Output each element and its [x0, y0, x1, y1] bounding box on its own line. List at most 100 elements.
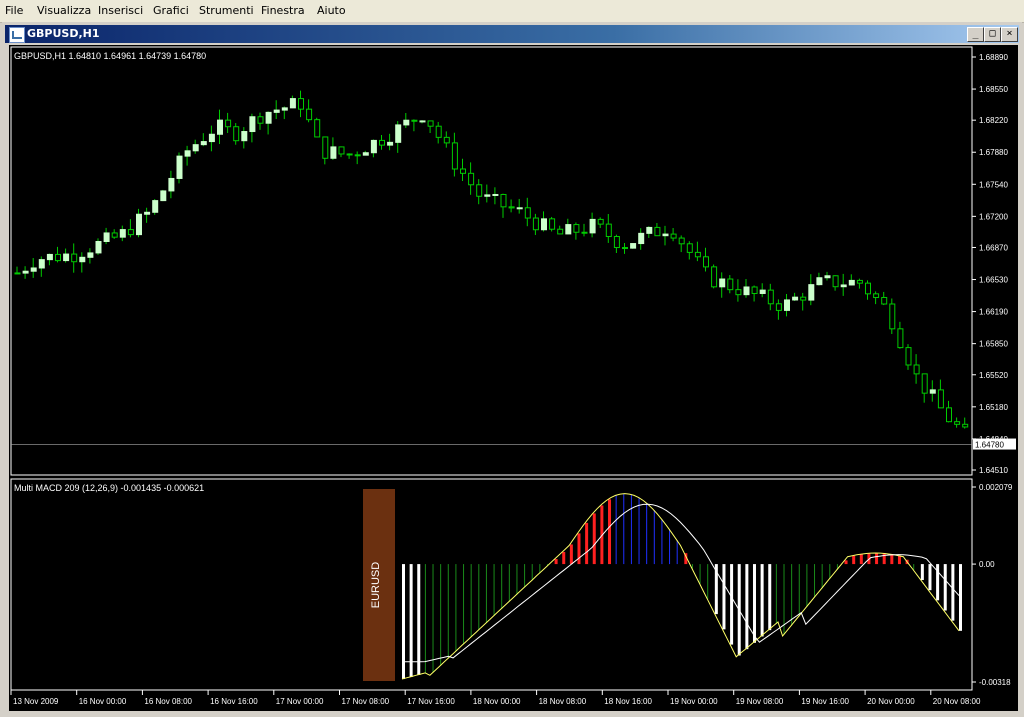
- time-label: 16 Nov 00:00: [79, 697, 127, 706]
- candle-body: [95, 241, 102, 254]
- candle-body: [508, 206, 515, 209]
- price-label: 1.68550: [979, 85, 1008, 94]
- candle-body: [565, 224, 572, 235]
- menu-aiuto[interactable]: Aiuto: [317, 4, 346, 17]
- menu-file[interactable]: File: [5, 4, 23, 17]
- candle-body: [395, 124, 402, 143]
- macd-histogram-bar: [417, 564, 421, 675]
- candle-body: [217, 119, 223, 135]
- macd-histogram-bar: [623, 493, 625, 565]
- candle-body: [168, 177, 175, 192]
- price-label: 1.65180: [979, 403, 1008, 412]
- macd-histogram-bar: [463, 564, 465, 645]
- candle-body: [427, 120, 434, 127]
- candle-body: [403, 119, 410, 126]
- macd-histogram-bar: [493, 564, 495, 616]
- time-label: 19 Nov 00:00: [670, 697, 718, 706]
- candle-body: [694, 251, 701, 258]
- candle-body: [792, 296, 799, 301]
- time-label: 16 Nov 16:00: [210, 697, 258, 706]
- menu-strumenti[interactable]: Strumenti: [199, 4, 254, 17]
- candle-body: [873, 293, 880, 298]
- time-label: 17 Nov 16:00: [407, 697, 455, 706]
- candle-body: [192, 144, 199, 152]
- macd-histogram-bar: [829, 564, 831, 580]
- candle-body: [176, 155, 183, 179]
- macd-histogram-bar: [455, 564, 457, 652]
- time-label: 18 Nov 16:00: [604, 697, 652, 706]
- chart-frame: [10, 46, 973, 691]
- candle-body: [889, 303, 896, 330]
- candle-body: [524, 207, 531, 219]
- candle-body: [208, 133, 215, 143]
- macd-histogram-bar: [409, 564, 413, 678]
- candle-body: [686, 243, 693, 253]
- candle-body: [306, 108, 313, 121]
- menu-finestra[interactable]: Finestra: [261, 4, 305, 17]
- price-label: 1.67540: [979, 180, 1008, 189]
- macd-histogram-bar: [814, 564, 816, 598]
- menu-grafici[interactable]: Grafici: [153, 4, 189, 17]
- time-label: 18 Nov 08:00: [539, 697, 587, 706]
- candle-body: [484, 194, 491, 197]
- time-label: 17 Nov 00:00: [276, 697, 324, 706]
- macd-histogram-bar: [531, 564, 533, 581]
- candle-body: [273, 109, 280, 113]
- minimize-button[interactable]: _: [967, 27, 984, 42]
- candle-body: [46, 253, 53, 261]
- candle-body: [103, 232, 110, 243]
- menu-visualizza[interactable]: Visualizza: [37, 4, 91, 17]
- macd-histogram-bar: [440, 564, 442, 666]
- candle-body: [549, 218, 556, 230]
- macd-histogram-bar: [959, 564, 962, 631]
- candle-body: [605, 223, 612, 238]
- candle-body: [419, 120, 426, 123]
- macd-histogram-bar: [562, 551, 566, 565]
- candle-body: [954, 421, 961, 425]
- candle-body: [330, 146, 337, 159]
- candle-body: [824, 275, 831, 279]
- candle-body: [451, 142, 458, 170]
- candlestick-series: [14, 90, 969, 429]
- candle-body: [703, 256, 709, 268]
- price-label: 1.64510: [979, 466, 1008, 475]
- candle-body: [241, 131, 248, 142]
- candle-body: [678, 237, 685, 245]
- candle-body: [87, 252, 94, 258]
- macd-histogram-bar: [524, 564, 526, 588]
- macd-histogram-bar: [569, 544, 573, 565]
- macd-level-label: 0.00: [979, 560, 995, 569]
- candle-body: [865, 282, 871, 295]
- close-button[interactable]: ×: [1001, 27, 1018, 42]
- candle-body: [411, 119, 418, 122]
- candle-body: [921, 373, 928, 394]
- menu-bar: File Visualizza Inserisci Grafici Strume…: [0, 0, 1024, 23]
- candle-body: [670, 233, 677, 239]
- candle-body: [119, 229, 126, 238]
- macd-level-label: -0.00318: [979, 678, 1011, 687]
- macd-histogram-bar: [897, 555, 901, 565]
- price-label: 1.67880: [979, 148, 1008, 157]
- candle-body: [233, 126, 240, 142]
- chart-area[interactable]: 1.68890 1.68550 1.68220 1.67880 1.67540 1.672…: [9, 45, 1018, 711]
- price-label: 1.66870: [979, 243, 1008, 252]
- macd-histogram-bar: [768, 564, 772, 631]
- menu-inserisci[interactable]: Inserisci: [98, 4, 143, 17]
- macd-histogram-bar: [485, 564, 487, 624]
- current-price-label: 1.64780: [975, 441, 1004, 450]
- candle-body: [476, 184, 483, 197]
- time-axis: 13 Nov 2009 16 Nov 00:00 16 Nov 08:00 16 No…: [10, 690, 981, 706]
- candle-body: [638, 232, 645, 245]
- macd-histogram-bar: [676, 539, 678, 565]
- chart-svg[interactable]: 1.68890 1.68550 1.68220 1.67880 1.67540 1.672…: [9, 45, 1018, 711]
- candle-body: [727, 278, 734, 291]
- window-titlebar[interactable]: GBPUSD,H1 _ □ ×: [5, 25, 1019, 43]
- macd-histogram-bar: [554, 559, 558, 565]
- candle-body: [719, 278, 726, 288]
- candle-body: [314, 119, 321, 138]
- macd-histogram-bar: [844, 560, 848, 565]
- time-label: 19 Nov 08:00: [736, 697, 784, 706]
- maximize-button[interactable]: □: [984, 27, 1001, 42]
- candle-body: [589, 218, 596, 234]
- candle-body: [759, 289, 766, 294]
